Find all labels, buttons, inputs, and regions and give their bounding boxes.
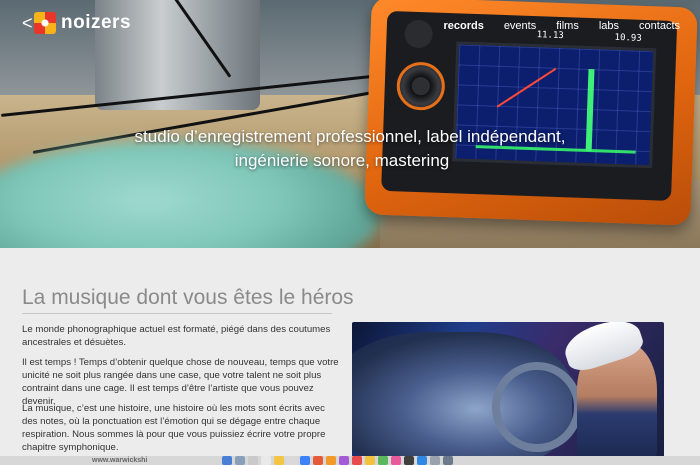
dock-app-icon[interactable] — [313, 456, 323, 465]
dock-app-icon[interactable] — [274, 456, 284, 465]
engineer-photo — [352, 322, 664, 462]
oscilloscope-device: 11.13 10.93 — [364, 0, 698, 226]
device-face: 11.13 10.93 — [381, 10, 678, 201]
hero-tagline-line1: studio d’enregistrement professionnel, l… — [134, 127, 566, 146]
brand-name[interactable]: noizers — [61, 12, 131, 34]
dock-app-icon[interactable] — [404, 456, 414, 465]
hero-banner: 11.13 10.93 < noizers records events fil… — [0, 0, 700, 248]
waveform-ramp — [496, 67, 557, 108]
dock-app-icon[interactable] — [248, 456, 258, 465]
title-divider — [22, 313, 332, 314]
section-title: La musique dont vous êtes le héros — [22, 286, 354, 309]
os-dock: www.warwickshi — [0, 456, 700, 465]
dock-app-icon[interactable] — [391, 456, 401, 465]
menu-item-contacts[interactable]: contacts — [629, 20, 690, 32]
dock-app-icon[interactable] — [339, 456, 349, 465]
dock-app-icon[interactable] — [300, 456, 310, 465]
back-chevron-icon[interactable]: < — [22, 14, 33, 32]
noizers-logo-icon[interactable] — [34, 12, 56, 34]
menu-item-records[interactable]: records — [433, 20, 493, 32]
main-menu: records events films labs contacts — [433, 20, 690, 32]
dock-app-icon[interactable] — [235, 456, 245, 465]
dock-app-icon[interactable] — [417, 456, 427, 465]
photo-ring — [492, 362, 582, 452]
dock-app-icon[interactable] — [443, 456, 453, 465]
device-small-knob — [404, 19, 434, 49]
paragraph: Il est temps ! Temps d’obtenir quelque c… — [22, 357, 339, 407]
device-knob — [395, 61, 446, 111]
dock-app-icon[interactable] — [378, 456, 388, 465]
status-url: www.warwickshi — [92, 457, 148, 464]
dock-app-icon[interactable] — [287, 456, 297, 465]
menu-item-films[interactable]: films — [546, 20, 589, 32]
dock-icons — [222, 456, 453, 465]
menu-item-events[interactable]: events — [494, 20, 546, 32]
paragraph: La musique, c’est une histoire, une hist… — [22, 403, 326, 453]
dock-app-icon[interactable] — [365, 456, 375, 465]
menu-item-labs[interactable]: labs — [589, 20, 629, 32]
dock-app-icon[interactable] — [430, 456, 440, 465]
dock-app-icon[interactable] — [326, 456, 336, 465]
dock-app-icon[interactable] — [261, 456, 271, 465]
dock-app-icon[interactable] — [222, 456, 232, 465]
dock-app-icon[interactable] — [352, 456, 362, 465]
device-readout-2: 10.93 — [614, 32, 642, 44]
hero-tagline-line2: ingénierie sonore, mastering — [234, 151, 450, 170]
paragraph: Le monde phonographique actuel est forma… — [22, 324, 331, 348]
